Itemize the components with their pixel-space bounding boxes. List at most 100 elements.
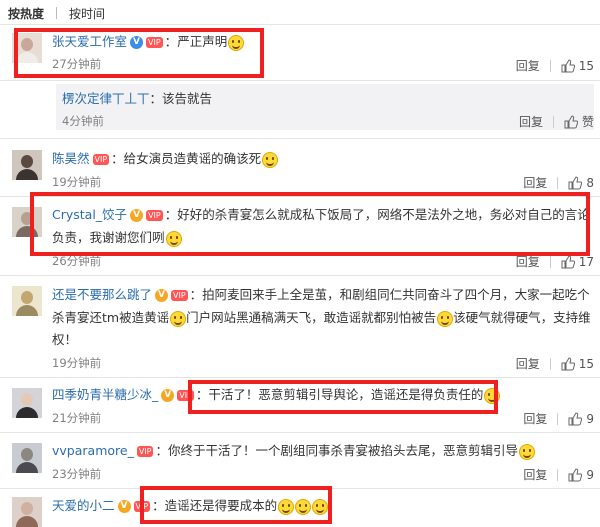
avatar[interactable]: [12, 33, 42, 63]
commenter-name[interactable]: 天爱的小二: [52, 498, 115, 513]
smile-emoji-icon: [484, 387, 501, 404]
like-button[interactable]: 8: [568, 176, 594, 190]
comment-time: 21分钟前: [52, 411, 102, 425]
comment-text: ：干活了！恶意剪辑引导舆论，造谣还是得负责任的: [195, 387, 484, 402]
like-button[interactable]: 9: [568, 468, 594, 482]
avatar[interactable]: [12, 207, 42, 237]
comment-actions: 回复 15: [516, 57, 594, 74]
thumbs-up-icon: [568, 411, 583, 426]
comment-line: 权！: [52, 331, 77, 349]
divider: [0, 196, 600, 197]
avatar[interactable]: [12, 286, 42, 316]
tab-sort-hot[interactable]: 按热度: [8, 5, 44, 22]
comment-line: Crystal_饺子 V VIP ：好好的杀青宴怎么就成私下饭局了，网络不是法外之地，…: [52, 206, 590, 224]
verified-icon: V: [130, 209, 144, 222]
smile-emoji-icon: [312, 498, 329, 515]
reply-button[interactable]: 回复: [523, 174, 547, 191]
divider: [0, 377, 600, 378]
commenter-name[interactable]: 陈昊然: [52, 151, 90, 166]
comment-text: ：造谣还是得要成本的: [152, 498, 278, 513]
comment-text: 负责，我谢谢您们咧: [52, 230, 165, 245]
reply-button[interactable]: 回复: [523, 410, 547, 427]
action-divider: [549, 357, 551, 370]
divider: [0, 275, 600, 276]
smile-emoji-icon: [170, 310, 187, 327]
vip-badge-icon: VIP: [146, 37, 163, 48]
commenter-name[interactable]: 楞次定律丅丄丅: [62, 91, 150, 106]
like-button[interactable]: 15: [561, 357, 594, 371]
comment-line: 张天爱工作室 V VIP ：严正声明: [52, 33, 245, 51]
reply-button[interactable]: 回复: [516, 355, 540, 372]
like-count: 15: [578, 58, 594, 73]
commenter-name[interactable]: 四季奶青半糖少冰_: [52, 387, 158, 402]
like-button[interactable]: 9: [568, 412, 594, 426]
smile-emoji-icon: [519, 443, 535, 460]
commenter-name[interactable]: 还是不要那么跳了: [52, 287, 152, 302]
sub-reply-line: 楞次定律丅丄丅：该告就告: [62, 90, 212, 108]
comment-time: 19分钟前: [52, 356, 102, 370]
verified-icon: V: [155, 289, 169, 302]
like-button[interactable]: 赞: [564, 113, 594, 130]
thumbs-up-icon: [561, 356, 575, 371]
comment-actions: 回复 9: [523, 466, 594, 483]
commenter-name[interactable]: Crystal_饺子: [52, 207, 127, 222]
avatar[interactable]: [12, 443, 42, 473]
action-divider: [557, 468, 559, 481]
comment-time: 26分钟前: [52, 254, 102, 268]
comment-actions: 回复 9: [523, 410, 594, 427]
thumbs-up-icon: [561, 254, 575, 269]
vip-badge-icon: VIP: [136, 446, 154, 457]
action-divider: [552, 115, 554, 128]
action-divider: [549, 255, 551, 268]
comment-text: ：给女演员造黄谣的确该死: [111, 151, 262, 166]
tab-sort-time[interactable]: 按时间: [69, 5, 105, 22]
thumbs-up-icon: [568, 467, 583, 482]
vip-badge-icon: VIP: [146, 210, 163, 221]
avatar[interactable]: [12, 388, 42, 418]
comment-line: 陈昊然 VIP ：给女演员造黄谣的确该死: [52, 150, 279, 168]
comment-line: 四季奶青半糖少冰_ V VIP ：干活了！恶意剪辑引导舆论，造谣还是得负责任的: [52, 386, 501, 404]
comment-time: 23分钟前: [52, 467, 102, 481]
like-label: 赞: [581, 115, 594, 129]
comment-text: 权！: [52, 332, 78, 347]
avatar[interactable]: [12, 497, 42, 527]
smile-emoji-icon: [278, 498, 295, 515]
like-count: 9: [586, 467, 594, 482]
comment-actions: 回复 15: [516, 355, 594, 372]
thumbs-up-icon: [564, 114, 578, 129]
comment-text: ：你终于干活了！一个剧组同事杀青宴被掐头去尾，恶意剪辑引导: [155, 443, 518, 458]
commenter-name[interactable]: vvparamore_: [52, 443, 134, 458]
divider: [0, 488, 600, 489]
action-divider: [557, 412, 559, 425]
comment-line: 杀青宴还tm被造黄谣 门户网站黑通稿满天飞，敢造谣就都别怕被告 该硬气就得硬气，支持…: [52, 309, 591, 327]
commenter-name[interactable]: 张天爱工作室: [52, 34, 127, 49]
reply-button[interactable]: 回复: [519, 113, 543, 130]
vip-badge-icon: VIP: [177, 390, 194, 401]
like-count: 9: [586, 411, 594, 426]
action-divider: [549, 59, 551, 72]
comment-time: 27分钟前: [52, 57, 102, 71]
comment-actions: 回复 17: [516, 253, 594, 270]
like-button[interactable]: 17: [561, 255, 594, 269]
like-count: 17: [578, 254, 594, 269]
divider: [0, 24, 600, 25]
reply-button[interactable]: 回复: [516, 57, 540, 74]
comment-line: 负责，我谢谢您们咧: [52, 229, 182, 247]
comment-actions: 回复 赞: [519, 113, 594, 130]
reply-button[interactable]: 回复: [523, 466, 547, 483]
comment-line: 天爱的小二 V VIP ：造谣还是得要成本的: [52, 497, 329, 515]
avatar[interactable]: [12, 150, 42, 180]
comment-time: 4分钟前: [62, 114, 104, 128]
comment-text: ：: [164, 34, 178, 49]
tab-divider: [56, 7, 58, 19]
verified-icon: V: [117, 500, 131, 513]
reply-button[interactable]: 回复: [516, 253, 540, 270]
divider: [0, 80, 600, 81]
comment-line: 还是不要那么跳了 V VIP ：拍阿麦回来手上全是茧，和剧组同仁共同奋斗了四个月，大家…: [52, 286, 590, 304]
like-count: 8: [586, 175, 594, 190]
like-button[interactable]: 15: [561, 59, 594, 73]
comment-actions: 回复 8: [523, 174, 594, 191]
comment-line: vvparamore_ VIP ：你终于干活了！一个剧组同事杀青宴被掐头去尾，恶意剪…: [52, 442, 535, 460]
smile-emoji-icon: [295, 498, 312, 515]
verified-icon: V: [161, 389, 175, 402]
